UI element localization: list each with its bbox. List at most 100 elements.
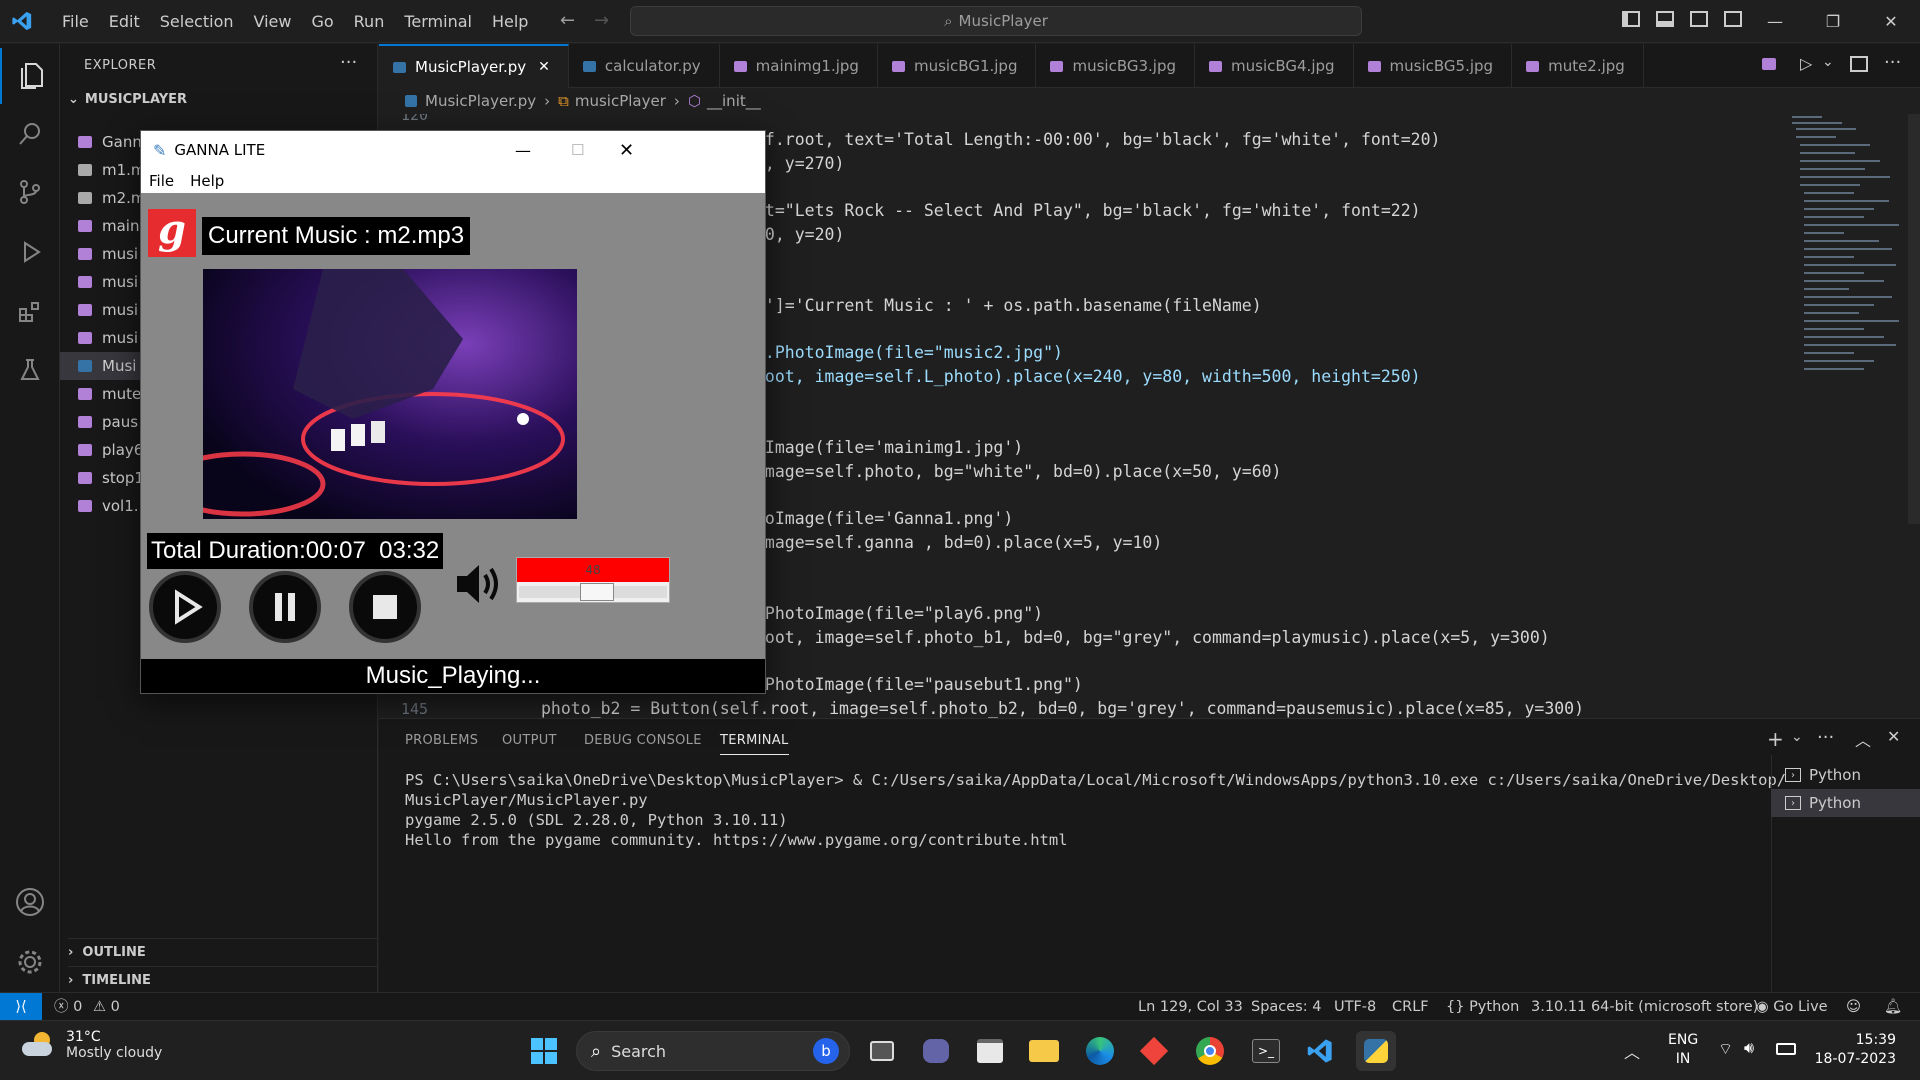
- volume-icon[interactable]: 🔊︎: [1744, 1038, 1754, 1058]
- tab-problems[interactable]: PROBLEMS: [405, 733, 478, 748]
- extensions-icon[interactable]: [0, 284, 60, 340]
- line-ending[interactable]: CRLF: [1392, 993, 1429, 1021]
- battery-icon[interactable]: [1776, 1043, 1796, 1055]
- close-tab-icon[interactable]: ✕: [538, 59, 550, 75]
- microsoft-store-icon[interactable]: [970, 1031, 1010, 1071]
- menu-go[interactable]: Go: [301, 0, 343, 43]
- timeline-section[interactable]: › TIMELINE: [68, 966, 378, 988]
- file-tree-item[interactable]: paus: [78, 408, 138, 436]
- split-editor-icon[interactable]: [1850, 56, 1868, 72]
- terminal-app-icon[interactable]: >_: [1246, 1031, 1286, 1071]
- task-view-icon[interactable]: [862, 1031, 902, 1071]
- menu-edit[interactable]: Edit: [99, 0, 150, 43]
- terminal-instance-1[interactable]: › Python: [1771, 761, 1920, 789]
- file-tree-item[interactable]: m1.m: [78, 156, 146, 184]
- editor-more-icon[interactable]: ···: [1884, 52, 1901, 73]
- minimap[interactable]: [1780, 114, 1920, 718]
- ganna-menu-file[interactable]: File: [141, 172, 182, 190]
- language-mode[interactable]: {} Python: [1446, 993, 1519, 1021]
- menu-terminal[interactable]: Terminal: [394, 0, 482, 43]
- file-tree-item[interactable]: vol1.: [78, 492, 139, 520]
- layout-sidebar-icon[interactable]: [1622, 11, 1640, 27]
- breadcrumb-file[interactable]: MusicPlayer.py: [425, 92, 536, 110]
- layout-panel-icon[interactable]: [1656, 11, 1674, 27]
- tab-musicplayer-py[interactable]: MusicPlayer.py ✕: [379, 44, 569, 88]
- more-actions-icon[interactable]: ···: [340, 52, 357, 73]
- back-arrow-icon[interactable]: ←: [560, 10, 575, 31]
- chrome-browser-icon[interactable]: [1190, 1031, 1230, 1071]
- remote-indicator[interactable]: ⟩⟨: [0, 993, 42, 1021]
- settings-gear-icon[interactable]: [0, 934, 60, 990]
- menu-selection[interactable]: Selection: [150, 0, 244, 43]
- customize-layout-icon[interactable]: [1724, 11, 1742, 27]
- wifi-icon[interactable]: ⌔: [1718, 1039, 1733, 1059]
- ganna-minimize-button[interactable]: —: [515, 141, 531, 160]
- python-interpreter[interactable]: 3.10.11 64-bit (microsoft store): [1531, 993, 1758, 1021]
- file-tree-item[interactable]: stop1: [78, 464, 144, 492]
- clock[interactable]: 15:39 18-07-2023: [1812, 1031, 1896, 1069]
- accounts-icon[interactable]: [0, 874, 60, 930]
- tab-musicbg1-jpg[interactable]: musicBG1.jpg: [878, 44, 1037, 88]
- tab-calculator-py[interactable]: calculator.py: [569, 44, 720, 88]
- tab-overflow-image-icon[interactable]: [1762, 58, 1776, 70]
- edge-browser-icon[interactable]: [1080, 1031, 1120, 1071]
- play-button[interactable]: [149, 571, 221, 643]
- menu-run[interactable]: Run: [344, 0, 395, 43]
- maximize-panel-icon[interactable]: ︿: [1855, 727, 1871, 751]
- run-dropdown-icon[interactable]: ⌄: [1822, 54, 1834, 70]
- file-tree-item[interactable]: play6: [78, 436, 143, 464]
- tab-musicbg4-jpg[interactable]: musicBG4.jpg: [1195, 44, 1354, 88]
- ganna-menu-help[interactable]: Help: [182, 172, 232, 190]
- outline-section[interactable]: › OUTLINE: [68, 938, 378, 960]
- close-button[interactable]: ✕: [1868, 0, 1914, 43]
- indentation[interactable]: Spaces: 4: [1251, 993, 1321, 1021]
- weather-widget[interactable]: 31°C Mostly cloudy: [20, 1029, 162, 1061]
- python-app-icon[interactable]: [1356, 1031, 1396, 1071]
- ganna-maximize-button[interactable]: ☐: [571, 141, 584, 159]
- file-tree-item[interactable]: musi: [78, 240, 138, 268]
- volume-speaker-icon[interactable]: [453, 559, 507, 613]
- teams-chat-icon[interactable]: [916, 1031, 956, 1071]
- file-tree-item[interactable]: mute: [78, 380, 141, 408]
- volume-slider-thumb[interactable]: [580, 583, 615, 601]
- tab-mute2-jpg[interactable]: mute2.jpg: [1512, 44, 1644, 88]
- breadcrumb-method[interactable]: __init__: [707, 92, 761, 110]
- feedback-icon[interactable]: ☺: [1846, 993, 1861, 1021]
- tab-musicbg5-jpg[interactable]: musicBG5.jpg: [1354, 44, 1513, 88]
- tab-output[interactable]: OUTPUT: [502, 733, 557, 748]
- terminal-dropdown-icon[interactable]: ⌄: [1791, 729, 1803, 745]
- tab-musicbg3-jpg[interactable]: musicBG3.jpg: [1036, 44, 1196, 88]
- run-python-icon[interactable]: ▷: [1800, 54, 1812, 73]
- pause-button[interactable]: [249, 571, 321, 643]
- tab-mainimg1-jpg[interactable]: mainimg1.jpg: [720, 44, 878, 88]
- cursor-position[interactable]: Ln 129, Col 33: [1138, 993, 1243, 1021]
- notifications-bell-icon[interactable]: 🔔︎: [1884, 993, 1902, 1021]
- show-hidden-icons-chevron[interactable]: ︿: [1624, 1039, 1640, 1063]
- file-tree-item[interactable]: musi: [78, 268, 138, 296]
- file-tree-item[interactable]: m2.m: [78, 184, 146, 212]
- breadcrumb-class[interactable]: musicPlayer: [575, 92, 666, 110]
- windows-start-icon[interactable]: [524, 1031, 564, 1071]
- stop-button[interactable]: [349, 571, 421, 643]
- panel-more-icon[interactable]: ···: [1817, 727, 1834, 748]
- layout-secondary-icon[interactable]: [1690, 11, 1708, 27]
- menu-help[interactable]: Help: [482, 0, 538, 43]
- search-icon[interactable]: [0, 106, 60, 162]
- minimize-button[interactable]: —: [1752, 0, 1798, 43]
- new-terminal-icon[interactable]: +: [1767, 727, 1784, 751]
- menu-file[interactable]: File: [52, 0, 99, 43]
- vscode-taskbar-icon[interactable]: [1300, 1031, 1340, 1071]
- source-control-icon[interactable]: [0, 164, 60, 220]
- terminal-instance-2[interactable]: › Python: [1771, 789, 1920, 817]
- file-tree-item[interactable]: musi: [78, 296, 138, 324]
- forward-arrow-icon[interactable]: →: [594, 10, 609, 31]
- go-live-button[interactable]: ◉ Go Live: [1756, 993, 1828, 1021]
- problems-indicator[interactable]: ⓧ 0 ⚠ 0: [54, 993, 120, 1021]
- file-tree-item[interactable]: main: [78, 212, 139, 240]
- folder-header[interactable]: ⌄ MUSICPLAYER: [68, 92, 187, 107]
- testing-flask-icon[interactable]: [0, 342, 60, 398]
- volume-slider[interactable]: 48: [516, 557, 670, 603]
- minimap-scrollbar[interactable]: [1908, 114, 1920, 524]
- file-explorer-icon[interactable]: [1024, 1031, 1064, 1071]
- menu-view[interactable]: View: [244, 0, 302, 43]
